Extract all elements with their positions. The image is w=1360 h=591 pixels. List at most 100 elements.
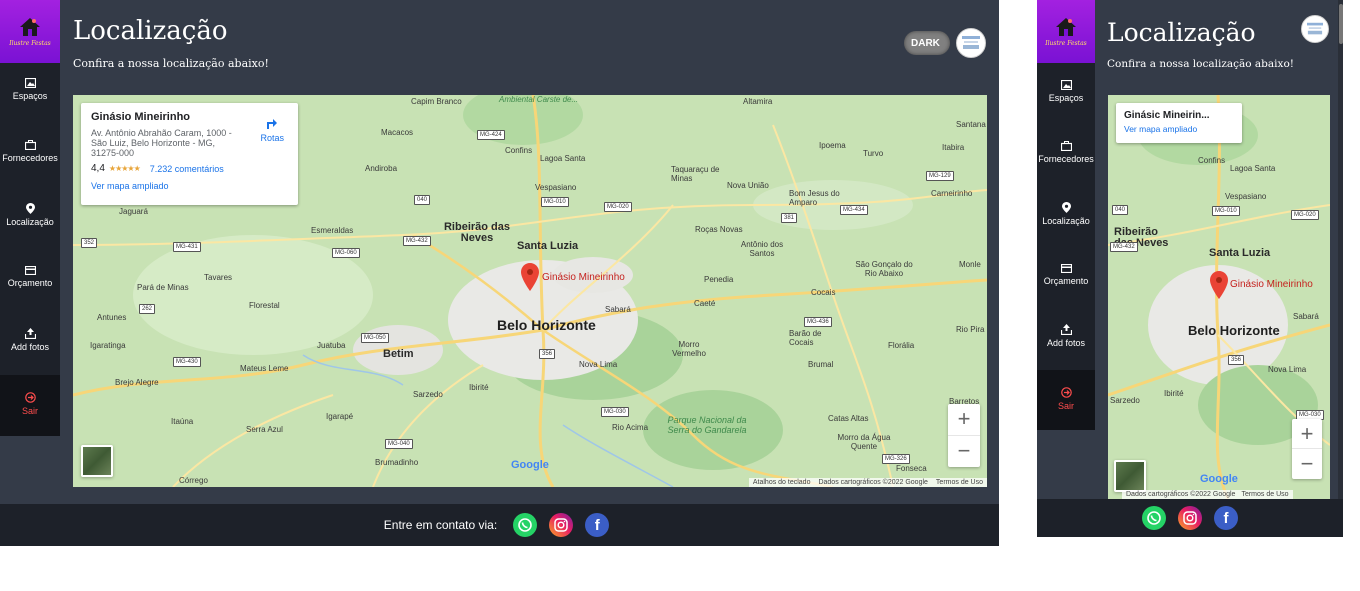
- sidebar: Ilustre Festas Espaços Fornecedores Loca…: [0, 0, 60, 436]
- map-place: Taquaraçu de Minas: [671, 165, 720, 183]
- contact-label: Entre em contato via:: [383, 518, 498, 532]
- image-icon: [1060, 80, 1072, 90]
- map-place: Sarzedo: [413, 390, 443, 399]
- map-marker-label: Ginásio Mineirinho: [1230, 279, 1313, 290]
- map-place: Ipoema: [819, 141, 846, 150]
- avatar[interactable]: [956, 28, 986, 58]
- sidebar-item-sair[interactable]: Sair: [1037, 370, 1095, 430]
- highway-shield: MG-430: [173, 357, 201, 367]
- map-marker-icon[interactable]: [1210, 271, 1228, 299]
- sidebar-item-localizacao[interactable]: Localização: [0, 203, 60, 227]
- sidebar-item-add-fotos[interactable]: Add fotos: [1037, 324, 1095, 348]
- image-icon: [24, 78, 36, 88]
- whatsapp-icon[interactable]: [1142, 506, 1166, 530]
- zoom-out-button[interactable]: −: [1292, 449, 1322, 479]
- satellite-toggle[interactable]: [81, 445, 113, 477]
- sidebar-item-add-fotos[interactable]: Add fotos: [0, 328, 60, 352]
- map-place: Morro Vermelho: [672, 340, 706, 358]
- zoom-out-button[interactable]: −: [948, 436, 980, 468]
- sidebar-item-label: Espaços: [1048, 93, 1084, 103]
- highway-shield: 040: [414, 195, 431, 205]
- reviews-link[interactable]: 7.232 comentários: [150, 164, 224, 174]
- briefcase-icon: [24, 140, 36, 150]
- map-attribution: Dados cartográficos ©2022 Google Termos …: [1122, 490, 1293, 499]
- terms-link[interactable]: Termos de Uso: [936, 479, 983, 486]
- map-place: Sabará: [1293, 312, 1319, 321]
- map-place: Juatuba: [317, 341, 346, 350]
- footer: f: [1037, 499, 1343, 537]
- scrollbar[interactable]: [1338, 0, 1343, 537]
- card-icon: [1060, 264, 1072, 273]
- map-place: Barão de Cocais: [789, 329, 822, 347]
- map-place: Altamira: [743, 97, 773, 106]
- zoom-in-button[interactable]: +: [948, 404, 980, 436]
- sidebar-item-sair[interactable]: Sair: [0, 375, 60, 436]
- map-place: Lagoa Santa: [540, 154, 586, 163]
- upload-icon: [1060, 324, 1072, 335]
- whatsapp-icon[interactable]: [513, 513, 538, 537]
- map-place: São Gonçalo do Rio Abaixo: [855, 260, 913, 278]
- map-place: Ibirité: [469, 383, 489, 392]
- map-marker-icon[interactable]: [521, 263, 539, 291]
- map[interactable]: Capim Branco Altamira Macacos Confins La…: [73, 95, 987, 487]
- highway-shield: MG-030: [601, 407, 629, 417]
- sidebar-item-espacos[interactable]: Espaços: [0, 78, 60, 101]
- zoom-in-button[interactable]: +: [1292, 419, 1322, 449]
- map-place: Ibirité: [1164, 389, 1184, 398]
- map-place: Andiroba: [365, 164, 398, 173]
- sidebar-item-orcamento[interactable]: Orçamento: [0, 266, 60, 288]
- place-card-address: Av. Antônio Abrahão Caram, 1000 - São Lu…: [91, 128, 232, 158]
- avatar[interactable]: [1301, 15, 1329, 43]
- sidebar-item-label: Sair: [21, 406, 38, 416]
- sidebar: Ilustre Festas Espaços Fornecedores Loca…: [1037, 0, 1095, 430]
- zoom-control: + −: [948, 404, 980, 467]
- instagram-icon[interactable]: [1178, 506, 1202, 530]
- map-place: Confins: [1198, 156, 1226, 165]
- facebook-icon[interactable]: f: [585, 513, 610, 537]
- sidebar-item-localizacao[interactable]: Localização: [1037, 202, 1095, 226]
- facebook-icon[interactable]: f: [1214, 506, 1238, 530]
- map-place: Lagoa Santa: [1230, 164, 1276, 173]
- sidebar-item-label: Orçamento: [7, 278, 53, 288]
- highway-shield: MG-010: [1212, 206, 1240, 216]
- card-icon: [24, 266, 36, 275]
- map-place: Monle: [959, 260, 981, 269]
- map-place: Igaratinga: [90, 341, 126, 350]
- map-data-credit: Dados cartográficos ©2022 Google: [818, 479, 928, 486]
- scrollbar-thumb[interactable]: [1339, 4, 1343, 44]
- terms-link[interactable]: Termos de Uso: [1241, 491, 1288, 498]
- logout-icon: [24, 392, 36, 403]
- sidebar-item-espacos[interactable]: Espaços: [1037, 80, 1095, 103]
- dark-mode-toggle[interactable]: DARK: [904, 31, 950, 55]
- map-place: Brejo Alegre: [115, 378, 159, 387]
- keyboard-shortcuts-link[interactable]: Atalhos do teclado: [753, 479, 811, 486]
- map-place: Nova Lima: [579, 360, 618, 369]
- map-place: Florestal: [249, 301, 280, 310]
- highway-shield: MG-431: [173, 242, 201, 252]
- map[interactable]: Confins Lagoa Santa Vespasiano Ribeirão …: [1108, 95, 1330, 499]
- instagram-icon[interactable]: [549, 513, 574, 537]
- sidebar-item-label: Fornecedores: [2, 153, 58, 163]
- sidebar-item-fornecedores[interactable]: Fornecedores: [1037, 141, 1095, 164]
- larger-map-link[interactable]: Ver mapa ampliado: [1124, 124, 1234, 134]
- sidebar-item-orcamento[interactable]: Orçamento: [1037, 264, 1095, 286]
- google-logo: Google: [1200, 473, 1238, 485]
- google-logo-text: Google: [511, 459, 549, 471]
- directions-button[interactable]: Rotas: [260, 115, 284, 143]
- map-place: Cocais: [811, 288, 836, 297]
- logo[interactable]: Ilustre Festas: [0, 0, 60, 63]
- sidebar-item-fornecedores[interactable]: Fornecedores: [0, 140, 60, 163]
- satellite-toggle[interactable]: [1114, 460, 1146, 492]
- map-place-belo-horizonte: Belo Horizonte: [1188, 323, 1280, 338]
- briefcase-icon: [1060, 141, 1072, 151]
- highway-shield: 040: [1112, 205, 1129, 215]
- logo[interactable]: Ilustre Festas: [1037, 0, 1095, 63]
- page-title: Localização: [73, 16, 228, 46]
- map-place: Córrego: [179, 476, 208, 485]
- map-attribution: Atalhos do teclado Dados cartográficos ©…: [748, 478, 987, 487]
- map-pin-icon: [25, 203, 35, 214]
- map-place: Rio Pira: [956, 325, 985, 334]
- larger-map-link[interactable]: Ver mapa ampliado: [91, 181, 288, 191]
- map-place: Itabira: [942, 143, 965, 152]
- map-pin-icon: [1061, 202, 1071, 213]
